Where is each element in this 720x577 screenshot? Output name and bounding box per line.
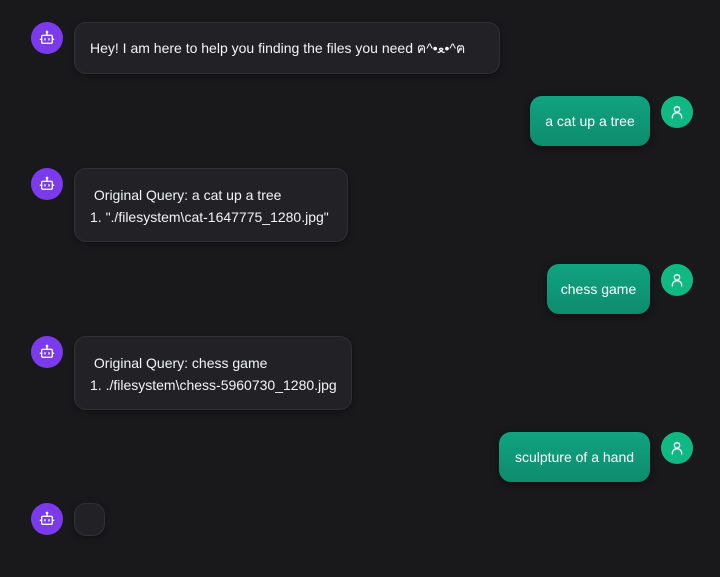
file-result-item[interactable]: 1. "./filesystem\cat-1647775_1280.jpg" xyxy=(90,206,332,228)
bot-message-bubble: Original Query: chess game 1. ./filesyst… xyxy=(74,336,352,410)
user-message-text: a cat up a tree xyxy=(545,113,635,129)
query-echo-text: Original Query: a cat up a tree xyxy=(90,187,282,203)
bot-avatar xyxy=(31,503,63,535)
query-echo-text: Original Query: chess game xyxy=(90,355,268,371)
bot-message-bubble: Hey! I am here to help you finding the f… xyxy=(74,22,500,74)
user-avatar xyxy=(661,432,693,464)
bot-avatar xyxy=(31,22,63,54)
chat-window: Hey! I am here to help you finding the f… xyxy=(0,0,720,577)
bot-message-bubble: Original Query: a cat up a tree 1. "./fi… xyxy=(74,168,348,242)
bot-pending-bubble xyxy=(74,503,105,536)
robot-icon xyxy=(39,344,55,358)
user-message-bubble: chess game xyxy=(547,264,650,314)
user-message-text: chess game xyxy=(560,281,637,297)
bot-message-text: Hey! I am here to help you finding the f… xyxy=(90,40,466,56)
user-icon xyxy=(671,274,683,287)
bot-avatar xyxy=(31,336,63,368)
robot-icon xyxy=(39,176,55,190)
user-avatar xyxy=(661,264,693,296)
user-icon xyxy=(671,442,683,455)
user-avatar xyxy=(661,96,693,128)
user-icon xyxy=(671,106,683,119)
robot-icon xyxy=(39,30,55,44)
robot-icon xyxy=(39,511,55,525)
user-message-text: sculpture of a hand xyxy=(514,449,635,465)
bot-avatar xyxy=(31,168,63,200)
file-result-item[interactable]: 1. ./filesystem\chess-5960730_1280.jpg xyxy=(90,374,337,396)
user-message-bubble: a cat up a tree xyxy=(530,96,650,146)
user-message-bubble: sculpture of a hand xyxy=(499,432,650,482)
